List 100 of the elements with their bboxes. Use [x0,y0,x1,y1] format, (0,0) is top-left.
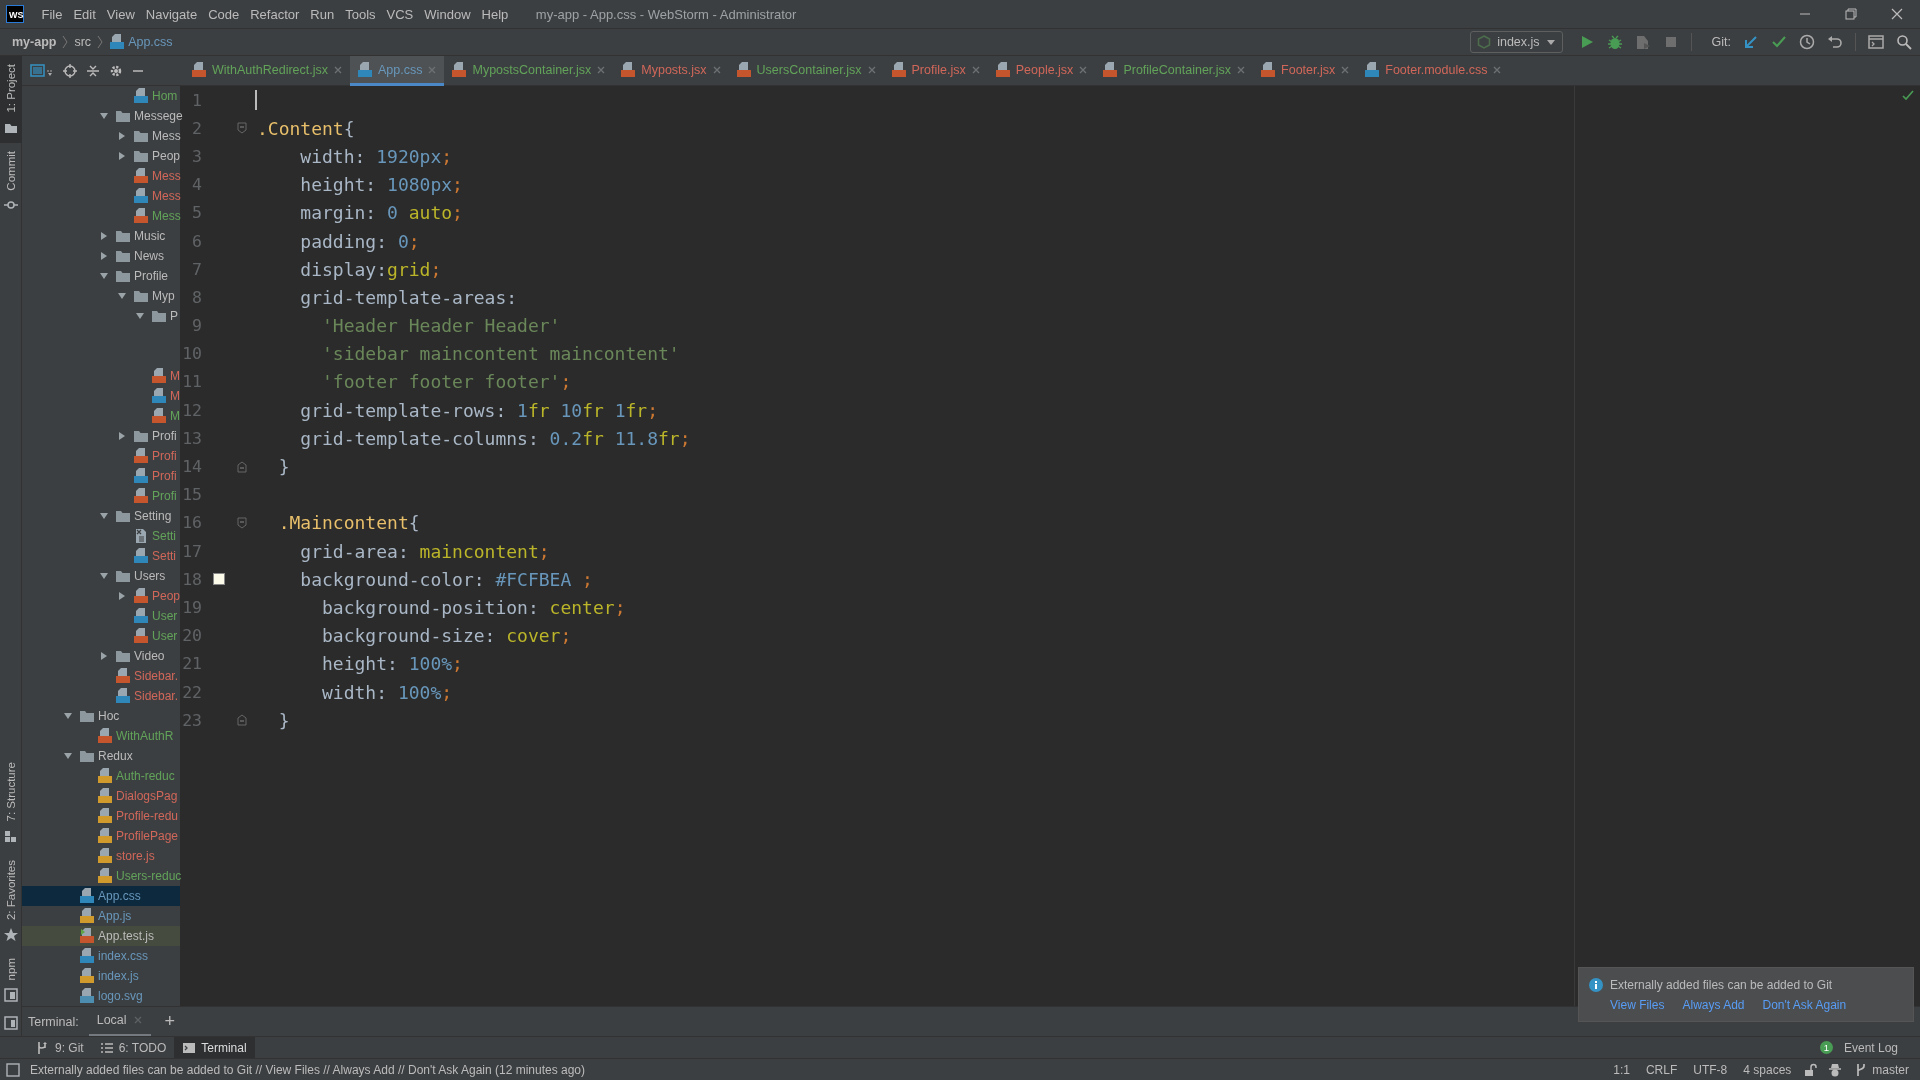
layout-icon[interactable] [6,1062,20,1077]
status-item[interactable]: CRLF [1642,1062,1681,1077]
tool-window-button[interactable]: Commit [0,142,22,221]
tree-item[interactable]: Messege [22,106,180,126]
tree-item[interactable]: Hoc [22,706,180,726]
collapse-all-icon[interactable] [86,63,100,78]
branch-widget[interactable]: master [1852,1062,1912,1077]
tree-item[interactable]: M [22,386,180,406]
editor-tab[interactable]: Footer.jsx [1253,56,1358,86]
menu-item[interactable]: Code [202,6,245,22]
tree-item[interactable]: App.test.js [22,926,180,946]
event-log-button[interactable]: Event Log [1835,1036,1906,1059]
tool-window-button[interactable]: 1: Project [0,56,22,143]
tree-item[interactable]: App.css [22,886,180,906]
tree-item[interactable]: index.css [22,946,180,966]
tree-item[interactable]: Profi [22,466,180,486]
breadcrumb[interactable]: App.css [109,34,173,50]
tree-item[interactable]: User [22,626,180,646]
settings-icon[interactable] [109,63,123,78]
collapsed-arrow-icon[interactable] [117,431,127,441]
menu-item[interactable]: File [36,6,68,22]
tree-item[interactable]: Mess [22,186,180,206]
tree-item[interactable]: ProfilePage [22,826,180,846]
notification-link[interactable]: View Files [1610,997,1665,1012]
undo-icon[interactable] [1827,34,1843,50]
status-item[interactable]: 4 spaces [1740,1062,1795,1077]
tree-item[interactable]: Setti [22,546,180,566]
tree-item[interactable]: Profile-redu [22,806,180,826]
view-mode-icon[interactable] [30,63,54,78]
status-item[interactable]: 1:1 [1610,1062,1633,1077]
expanded-arrow-icon[interactable] [63,711,73,721]
tree-item[interactable]: P [22,306,180,326]
breadcrumb[interactable]: src [74,35,92,49]
menu-item[interactable]: Refactor [244,6,305,22]
menu-item[interactable]: Window [418,6,477,22]
tree-item[interactable]: M [22,406,180,426]
menu-item[interactable]: Help [476,6,514,22]
tool-window-button[interactable]: 2: Favorites [0,851,22,950]
layout-icon[interactable] [4,1016,18,1030]
update-arrow-icon[interactable] [1743,34,1759,50]
tree-item[interactable]: Profi [22,486,180,506]
tree-item[interactable]: User [22,606,180,626]
breadcrumb[interactable]: my-app [12,35,57,49]
collapsed-arrow-icon[interactable] [99,251,109,261]
restore-icon[interactable] [1845,8,1857,20]
tree-item[interactable]: Music [22,226,180,246]
tree-item[interactable]: Profi [22,426,180,446]
check-icon[interactable] [1771,34,1787,50]
menu-item[interactable]: View [101,6,141,22]
tree-item[interactable]: index.js [22,966,180,986]
fold-marker-icon[interactable] [237,516,247,529]
notification-link[interactable]: Always Add [1682,997,1745,1012]
tree-item[interactable]: Users-reduc [22,866,180,886]
tree-item[interactable]: Video [22,646,180,666]
editor-tab[interactable]: Myposts.jsx [613,56,729,86]
tree-item[interactable]: Mess [22,166,180,186]
search-icon[interactable] [1896,34,1912,50]
locate-icon[interactable] [63,63,77,78]
tree-item[interactable]: App.js [22,906,180,926]
editor-tab[interactable]: People.jsx [987,56,1096,86]
expanded-arrow-icon[interactable] [99,271,109,281]
collapsed-arrow-icon[interactable] [117,131,127,141]
notification-link[interactable]: Don't Ask Again [1762,997,1847,1012]
collapsed-arrow-icon[interactable] [99,231,109,241]
tree-item[interactable]: Sidebar. [22,686,180,706]
collapsed-arrow-icon[interactable] [99,651,109,661]
bug-icon[interactable] [1606,34,1623,50]
close-icon[interactable] [1891,8,1903,20]
editor-tab[interactable]: Footer.module.css [1357,56,1510,86]
collapsed-arrow-icon[interactable] [117,591,127,601]
tree-item[interactable]: DialogsPag [22,786,180,806]
tree-item[interactable]: Setti [22,526,180,546]
menu-item[interactable]: VCS [381,6,419,22]
status-item[interactable]: UTF-8 [1690,1062,1731,1077]
collapsed-arrow-icon[interactable] [117,151,127,161]
tool-window-button[interactable]: npm [0,949,22,1010]
editor-tab[interactable]: WithAuthRedirect.jsx [184,56,350,86]
tree-item[interactable]: Myp [22,286,180,306]
expanded-arrow-icon[interactable] [99,571,109,581]
tree-item[interactable]: Users [22,566,180,586]
tree-item[interactable]: Auth-reduc [22,766,180,786]
menu-item[interactable]: Tools [339,6,382,22]
tree-item[interactable]: Hom [22,86,180,106]
expanded-arrow-icon[interactable] [117,291,127,301]
tree-item[interactable]: M [22,366,180,386]
history-icon[interactable] [1799,34,1815,50]
add-tab-button[interactable]: + [160,1011,180,1032]
fold-marker-icon[interactable] [237,122,247,135]
tree-item[interactable]: store.js [22,846,180,866]
window-icon[interactable] [1868,34,1884,50]
inspector-icon[interactable] [1828,1062,1843,1077]
editor-tab[interactable]: Profile.jsx [883,56,988,86]
tool-window-button[interactable]: 7: Structure [0,754,22,852]
tool-window-button[interactable]: 9: Git [28,1036,92,1059]
tool-window-button[interactable]: 6: TODO [91,1036,175,1059]
expanded-arrow-icon[interactable] [99,111,109,121]
tree-item[interactable]: Profile [22,266,180,286]
editor-tab[interactable]: ProfileContainer.jsx [1095,56,1254,86]
tree-item[interactable]: WithAuthR [22,726,180,746]
tree-item[interactable]: News [22,246,180,266]
